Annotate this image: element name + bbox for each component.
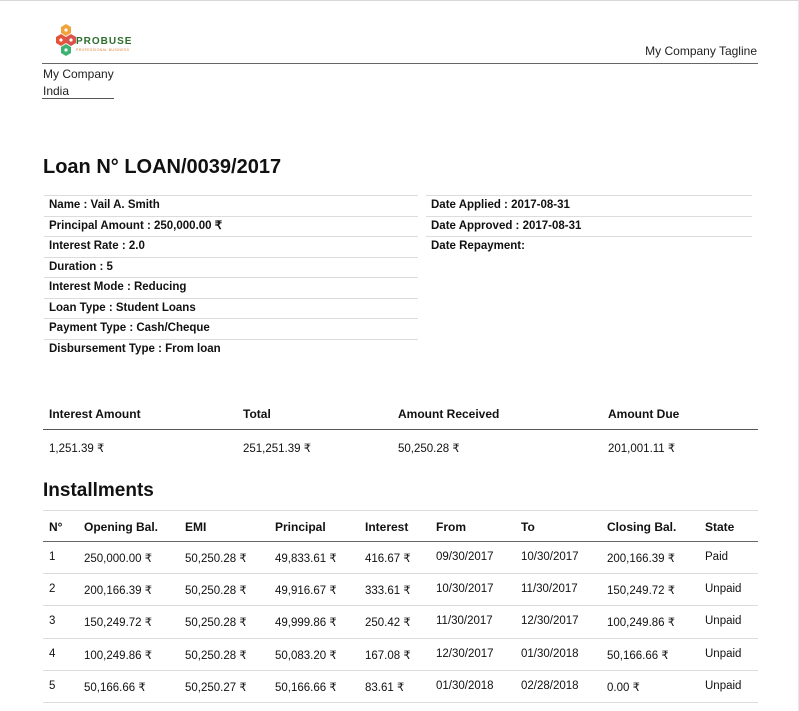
col-header-interest: Interest xyxy=(365,520,409,534)
company-name: My Company xyxy=(43,67,114,81)
cell-closing-bal: 50,166.66 ₹ xyxy=(607,649,669,662)
logo-subtext: PROFESSIONAL BUSINESS xyxy=(76,48,130,52)
cell-principal: 49,833.61 ₹ xyxy=(275,553,337,565)
summary-value-total: 251,251.39 ₹ xyxy=(243,443,312,455)
cell-closing-bal: 100,249.86 ₹ xyxy=(607,617,676,630)
cell-state: Unpaid xyxy=(705,583,742,596)
page-top-border xyxy=(0,0,799,1)
summary-values-row: 1,251.39 ₹ 251,251.39 ₹ 50,250.28 ₹ 201,… xyxy=(43,430,758,462)
cell-emi: 50,250.28 ₹ xyxy=(185,617,247,630)
table-row: 1 250,000.00 ₹ 50,250.28 ₹ 49,833.61 ₹ 4… xyxy=(43,542,758,575)
installments-title: Installments xyxy=(43,480,154,501)
col-header-opening-bal: Opening Bal. xyxy=(84,520,159,534)
loan-field-duration: Duration : 5 xyxy=(44,256,418,278)
summary-header-total: Total xyxy=(243,407,271,421)
loan-summary-table: Interest Amount Total Amount Received Am… xyxy=(43,403,758,462)
header-divider xyxy=(42,63,758,64)
cell-closing-bal: 200,166.39 ₹ xyxy=(607,553,676,565)
cell-emi: 50,250.28 ₹ xyxy=(185,649,247,662)
loan-field-name: Name : Vail A. Smith xyxy=(44,195,418,216)
col-header-number: N° xyxy=(49,520,63,534)
cell-to: 02/28/2018 xyxy=(521,679,579,692)
table-row: 4 100,249.86 ₹ 50,250.28 ₹ 50,083.20 ₹ 1… xyxy=(43,639,758,671)
loan-title: Loan N° LOAN/0039/2017 xyxy=(43,156,282,178)
loan-field-payment-type: Payment Type : Cash/Cheque xyxy=(44,318,418,339)
cell-opening-bal: 200,166.39 ₹ xyxy=(84,585,153,598)
cell-opening-bal: 100,249.86 ₹ xyxy=(84,649,153,662)
summary-header-row: Interest Amount Total Amount Received Am… xyxy=(43,403,758,430)
cell-number: 3 xyxy=(49,615,56,628)
cell-principal: 50,083.20 ₹ xyxy=(275,649,337,662)
cell-interest: 83.61 ₹ xyxy=(365,681,405,694)
loan-field-date-repayment: Date Repayment: xyxy=(426,236,752,257)
cell-emi: 50,250.28 ₹ xyxy=(185,553,247,565)
col-header-emi: EMI xyxy=(185,520,207,534)
cell-to: 11/30/2017 xyxy=(521,583,578,596)
cell-principal: 49,999.86 ₹ xyxy=(275,617,337,630)
cell-from: 11/30/2017 xyxy=(436,615,493,628)
cell-to: 12/30/2017 xyxy=(521,615,579,628)
table-row: 5 50,166.66 ₹ 50,250.27 ₹ 50,166.66 ₹ 83… xyxy=(43,671,758,703)
loan-field-date-applied: Date Applied : 2017-08-31 xyxy=(426,195,752,216)
loan-field-principal: Principal Amount : 250,000.00 ₹ xyxy=(44,215,418,237)
col-header-to: To xyxy=(521,520,535,534)
cell-from: 09/30/2017 xyxy=(436,551,494,563)
summary-header-amount-received: Amount Received xyxy=(398,407,500,421)
cell-to: 01/30/2018 xyxy=(521,647,579,660)
loan-details-table: Name : Vail A. Smith Principal Amount : … xyxy=(44,195,418,359)
cell-number: 4 xyxy=(49,647,56,660)
cell-principal: 49,916.67 ₹ xyxy=(275,585,337,598)
company-address: My Company India xyxy=(43,66,114,100)
company-tagline: My Company Tagline xyxy=(645,44,757,58)
cell-opening-bal: 150,249.72 ₹ xyxy=(84,617,153,630)
loan-field-loan-type: Loan Type : Student Loans xyxy=(44,297,418,319)
cell-closing-bal: 150,249.72 ₹ xyxy=(607,585,676,598)
cell-state: Paid xyxy=(705,551,729,563)
loan-dates-table: Date Applied : 2017-08-31 Date Approved … xyxy=(426,195,752,257)
table-row: 3 150,249.72 ₹ 50,250.28 ₹ 49,999.86 ₹ 2… xyxy=(43,606,758,639)
cell-interest: 167.08 ₹ xyxy=(365,649,411,662)
loan-field-disbursement-type: Disbursement Type : From loan xyxy=(44,338,418,360)
cell-emi: 50,250.27 ₹ xyxy=(185,681,247,694)
cell-state: Unpaid xyxy=(705,647,742,660)
cell-interest: 333.61 ₹ xyxy=(365,585,411,598)
cell-opening-bal: 50,166.66 ₹ xyxy=(84,681,146,694)
summary-value-amount-due: 201,001.11 ₹ xyxy=(608,443,676,455)
col-header-state: State xyxy=(705,520,735,534)
cell-to: 10/30/2017 xyxy=(521,551,579,563)
cell-number: 5 xyxy=(49,679,56,692)
cell-interest: 416.67 ₹ xyxy=(365,553,411,565)
loan-field-date-approved: Date Approved : 2017-08-31 xyxy=(426,215,752,237)
col-header-principal: Principal xyxy=(275,520,326,534)
summary-value-interest-amount: 1,251.39 ₹ xyxy=(49,443,105,455)
cell-state: Unpaid xyxy=(705,679,742,692)
summary-value-amount-received: 50,250.28 ₹ xyxy=(398,443,460,455)
loan-field-interest-rate: Interest Rate : 2.0 xyxy=(44,236,418,257)
installments-table: N° Opening Bal. EMI Principal Interest F… xyxy=(43,510,758,703)
cell-closing-bal: 0.00 ₹ xyxy=(607,681,640,694)
cell-emi: 50,250.28 ₹ xyxy=(185,585,247,598)
loan-field-interest-mode: Interest Mode : Reducing xyxy=(44,277,418,298)
cell-number: 2 xyxy=(49,583,56,596)
cell-interest: 250.42 ₹ xyxy=(365,617,411,630)
installments-header-row: N° Opening Bal. EMI Principal Interest F… xyxy=(43,510,758,542)
logo-wordmark: PROBUSE xyxy=(76,36,133,47)
cell-principal: 50,166.66 ₹ xyxy=(275,681,337,694)
cell-from: 12/30/2017 xyxy=(436,647,494,660)
summary-header-interest-amount: Interest Amount xyxy=(49,407,141,421)
address-divider xyxy=(42,98,114,99)
cell-state: Unpaid xyxy=(705,615,742,628)
col-header-from: From xyxy=(436,520,466,534)
summary-header-amount-due: Amount Due xyxy=(608,407,680,421)
col-header-closing-bal: Closing Bal. xyxy=(607,520,677,534)
cell-number: 1 xyxy=(49,551,56,563)
table-row: 2 200,166.39 ₹ 50,250.28 ₹ 49,916.67 ₹ 3… xyxy=(43,574,758,607)
cell-from: 01/30/2018 xyxy=(436,679,494,692)
cell-opening-bal: 250,000.00 ₹ xyxy=(84,553,153,565)
cell-from: 10/30/2017 xyxy=(436,583,494,596)
